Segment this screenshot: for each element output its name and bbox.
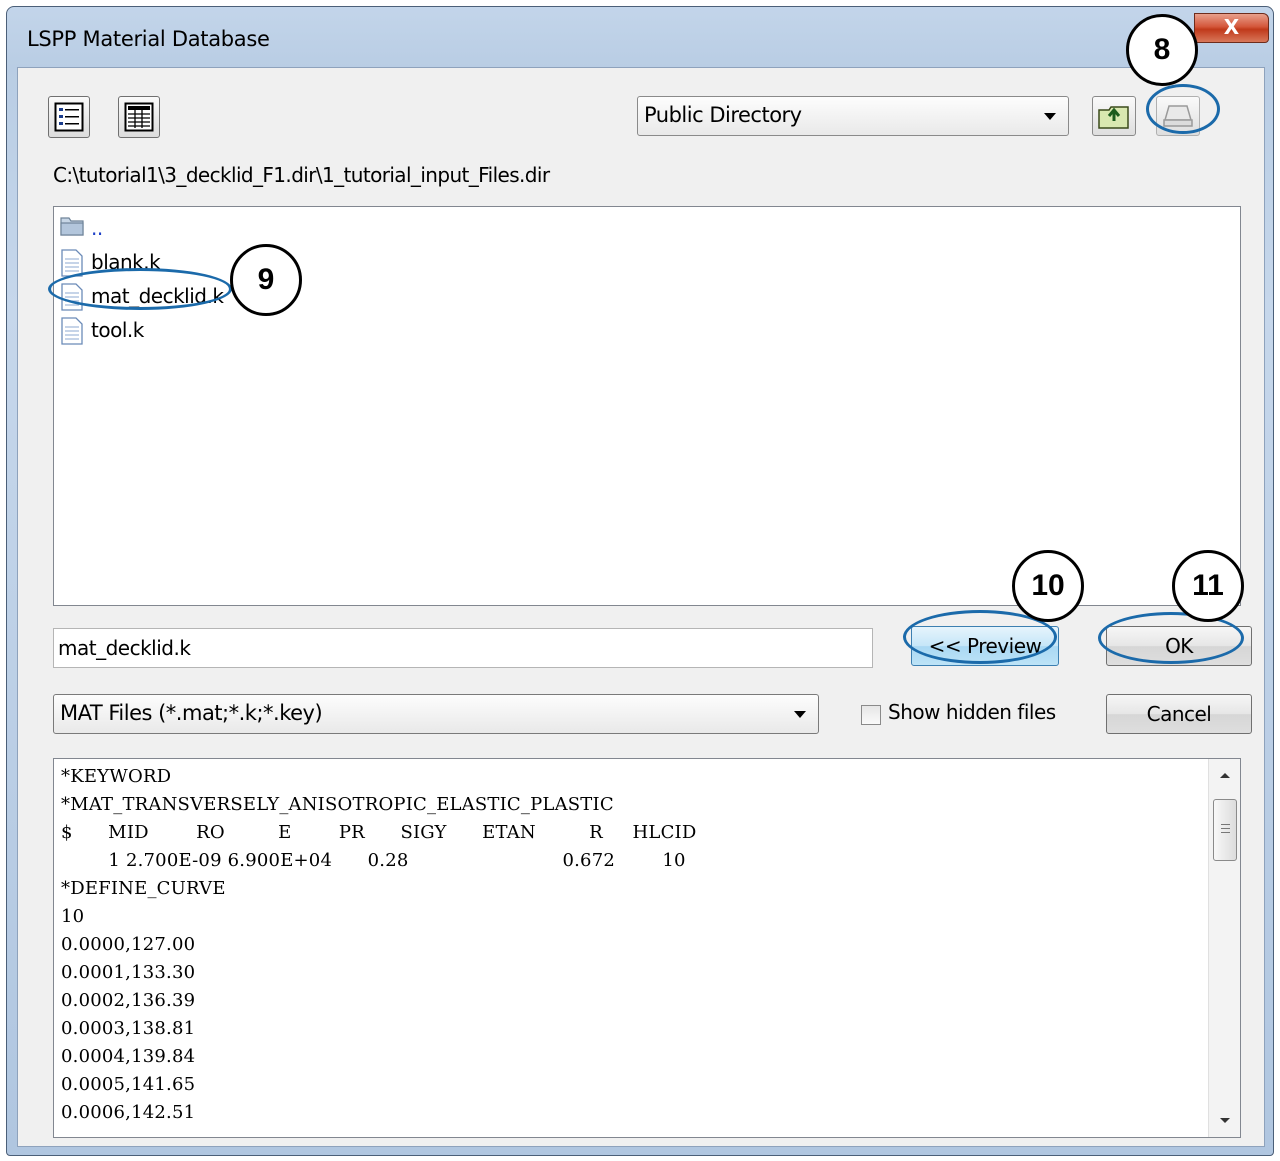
chevron-down-icon [1044,113,1056,120]
file-list[interactable]: .. blank.k mat_decklid.k tool.k [53,206,1241,606]
preview-line: 0.0006,142.51 [61,1102,196,1123]
callout-11: 11 [1172,550,1244,622]
document-icon [61,317,83,345]
preview-line: *MAT_TRANSVERSELY_ANISOTROPIC_ELASTIC_PL… [61,794,614,815]
preview-line: 0.0000,127.00 [61,934,196,955]
file-name: tool.k [91,318,144,342]
close-button[interactable]: X [1194,13,1269,43]
preview-line: *DEFINE_CURVE [61,878,226,899]
show-hidden-label: Show hidden files [888,700,1056,724]
callout-ring-file [48,268,232,310]
detail-view-icon [124,102,154,132]
preview-scrollbar[interactable] [1208,759,1240,1137]
list-view-button[interactable] [48,96,90,138]
file-type-select-value: MAT Files (*.mat;*.k;*.key) [60,701,323,725]
window-title: LSPP Material Database [27,27,270,51]
callout-ring-ok [1098,612,1244,664]
folder-up-icon [1098,106,1129,129]
preview-line: 0.0002,136.39 [61,990,196,1011]
preview-text: *KEYWORD *MAT_TRANSVERSELY_ANISOTROPIC_E… [61,763,697,1127]
callout-9: 9 [230,244,302,316]
directory-select-value: Public Directory [644,103,802,127]
show-hidden-checkbox[interactable] [861,705,881,725]
callout-ring-drive [1146,84,1220,134]
preview-line: 1 2.700E-09 6.900E+04 0.28 0.672 10 [61,850,686,871]
cancel-button[interactable]: Cancel [1106,694,1252,734]
file-name: .. [91,216,103,240]
current-path: C:\tutorial1\3_decklid_F1.dir\1_tutorial… [53,163,550,187]
filename-input[interactable] [53,628,873,668]
chevron-down-icon [794,711,806,718]
scroll-down-arrow-icon[interactable] [1220,1118,1230,1123]
dialog-window: LSPP Material Database X Public Director… [6,6,1274,1156]
file-preview[interactable]: *KEYWORD *MAT_TRANSVERSELY_ANISOTROPIC_E… [53,758,1241,1138]
preview-line: 0.0005,141.65 [61,1074,196,1095]
preview-line: 10 [61,906,85,927]
scroll-up-arrow-icon[interactable] [1220,773,1230,778]
grip-line [1221,832,1230,833]
callout-10: 10 [1012,550,1084,622]
dialog-client: Public Directory C:\tutorial1\3_decklid_… [17,67,1265,1147]
folder-icon [60,217,84,236]
preview-line: $ MID RO E PR SIGY ETAN R HLCID [61,822,697,843]
list-view-icon [54,102,84,132]
grip-line [1221,828,1230,829]
preview-line: 0.0003,138.81 [61,1018,196,1039]
scrollbar-thumb[interactable] [1213,799,1237,861]
close-icon: X [1223,15,1240,39]
up-folder-button[interactable] [1092,96,1136,136]
grip-line [1221,824,1230,825]
preview-line: 0.0004,139.84 [61,1046,196,1067]
preview-line: *KEYWORD [61,766,172,787]
callout-8: 8 [1126,14,1198,86]
detail-view-button[interactable] [118,96,160,138]
directory-select[interactable]: Public Directory [637,96,1069,136]
file-type-select[interactable]: MAT Files (*.mat;*.k;*.key) [53,694,819,734]
preview-line: 0.0001,133.30 [61,962,196,983]
